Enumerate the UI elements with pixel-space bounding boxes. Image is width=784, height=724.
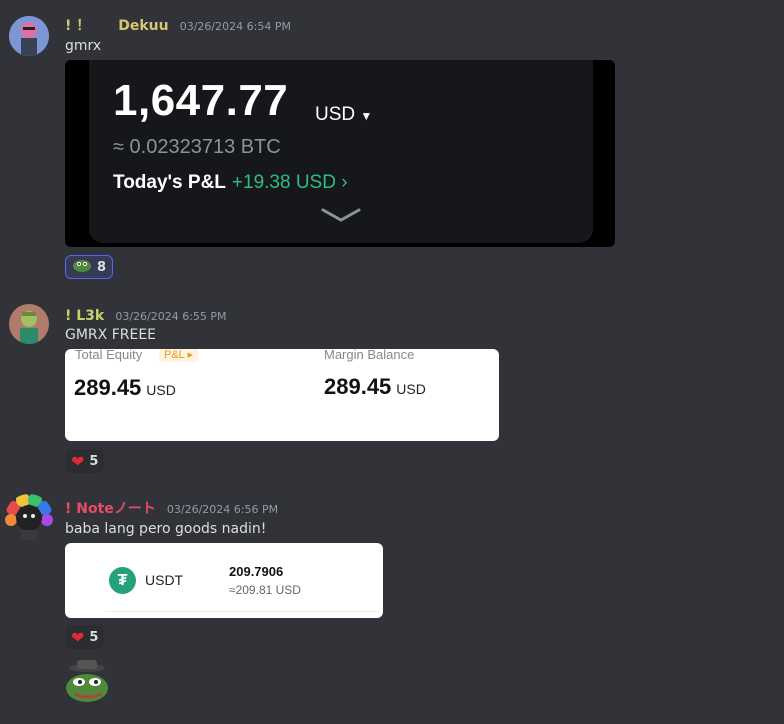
pnl-value: +19.38 USD — [231, 172, 336, 193]
asset-symbol: USDT — [145, 572, 184, 588]
timestamp: 03/26/2024 6:54 PM — [179, 20, 291, 33]
balance-value: 1,647.77 — [113, 76, 289, 125]
chevron-right-icon: › — [341, 172, 348, 193]
margin-balance-value: 289.45 USD — [324, 374, 426, 400]
heart-emoji-icon: ❤ — [71, 627, 85, 647]
caret-down-icon: ▼ — [360, 109, 373, 123]
reaction-pepe[interactable]: 8 — [65, 255, 114, 279]
currency-label: USD — [315, 104, 356, 125]
reaction-heart[interactable]: ❤ 5 — [65, 625, 105, 649]
tether-icon: ₮ — [109, 567, 136, 594]
pnl-row: Today's P&L +19.38 USD › — [113, 172, 348, 194]
reaction-count: 5 — [89, 629, 99, 645]
divider — [105, 611, 383, 612]
total-equity-value: 289.45 USD — [74, 375, 176, 401]
btc-equivalent: ≈ 0.02323713 BTC — [113, 136, 281, 158]
author-name[interactable]: ! L3k — [65, 308, 104, 324]
pnl-badge: P&L ▸ — [159, 349, 198, 362]
timestamp: 03/26/2024 6:55 PM — [115, 310, 227, 323]
image-attachment[interactable]: Total Equity P&L ▸ 289.45 USD Margin Bala… — [65, 349, 499, 441]
heart-emoji-icon: ❤ — [71, 451, 85, 471]
pepe-sticker-icon[interactable] — [65, 658, 111, 706]
asset-usd-equivalent: ≈209.81 USD — [229, 583, 301, 597]
avatar[interactable] — [5, 494, 53, 542]
pepe-emoji-icon — [72, 257, 92, 277]
reaction-heart[interactable]: ❤ 5 — [65, 449, 105, 473]
author-name[interactable]: ! ！ Dekuu — [65, 18, 169, 34]
margin-balance-number: 289.45 — [324, 374, 392, 399]
chevron-down-icon — [321, 208, 361, 222]
pnl-label: Today's P&L — [113, 172, 226, 193]
unit-label: USD — [396, 381, 426, 397]
balance-card: 1,647.77 USD ▼ ≈ 0.02323713 BTC Today's … — [89, 60, 593, 243]
message-text: GMRX FREEE — [65, 327, 157, 343]
total-equity-number: 289.45 — [74, 375, 142, 400]
avatar[interactable] — [9, 304, 49, 344]
margin-balance-label: Margin Balance — [324, 349, 415, 362]
timestamp: 03/26/2024 6:56 PM — [166, 503, 279, 516]
image-attachment[interactable]: 1,647.77 USD ▼ ≈ 0.02323713 BTC Today's … — [65, 60, 615, 247]
image-attachment[interactable]: ₮ USDT 209.7906 ≈209.81 USD — [65, 543, 383, 618]
unit-label: USD — [146, 382, 176, 398]
reaction-count: 5 — [89, 453, 99, 469]
author-name[interactable]: ! Noteノート — [65, 501, 156, 517]
total-equity-label: Total Equity — [75, 349, 143, 362]
reaction-count: 8 — [97, 259, 107, 275]
asset-amount: 209.7906 — [229, 564, 284, 579]
message-text: baba lang pero goods nadin! — [65, 521, 267, 537]
message-text: gmrx — [65, 38, 102, 54]
avatar[interactable] — [9, 16, 49, 56]
currency-selector: USD ▼ — [315, 104, 372, 126]
